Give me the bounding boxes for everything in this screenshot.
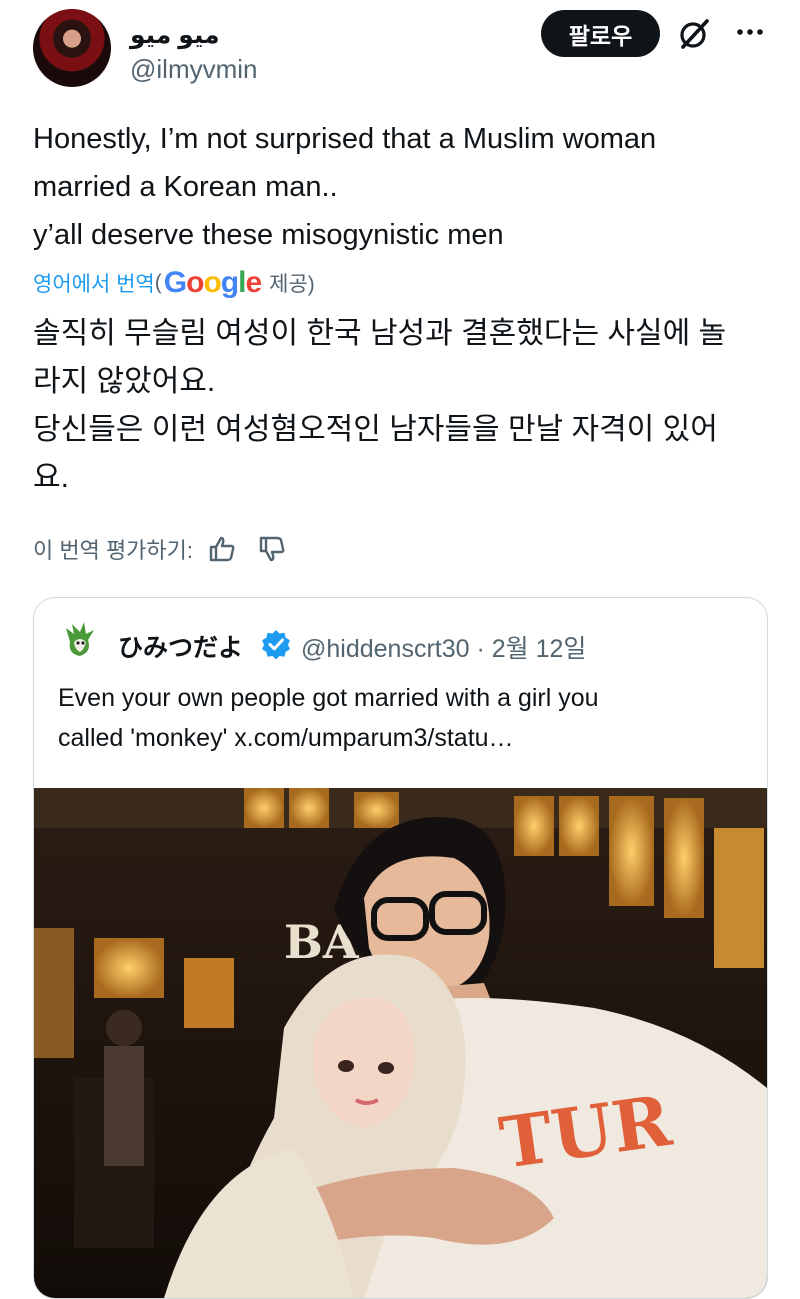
verified-badge-icon	[262, 630, 290, 659]
thumbs-down-icon[interactable]	[257, 534, 287, 564]
translate-paren: (	[154, 271, 162, 294]
quoted-tweet-card[interactable]: ひみつだよ @hiddenscrt30 · 2월 12일 Even your o…	[33, 597, 768, 1299]
quoted-photo[interactable]: BA TUR	[34, 788, 767, 1298]
quoted-handle-date: @hiddenscrt30 · 2월 12일	[301, 635, 587, 663]
author-display-name[interactable]: ميو ميو	[130, 20, 220, 50]
quoted-text-line[interactable]: called 'monkey' x.com/umparum3/statu…	[58, 718, 514, 758]
google-logo: Google	[163, 266, 262, 299]
quoted-text-line: Even your own people got married with a …	[58, 684, 599, 712]
translate-link[interactable]: 영어에서 번역	[33, 268, 155, 298]
quoted-author-avatar[interactable]	[62, 622, 96, 660]
rate-translation-row: 이 번역 평가하기:	[33, 533, 287, 565]
follow-button[interactable]: 팔로우	[541, 10, 660, 57]
translate-suffix: 제공)	[269, 273, 315, 296]
translation-line: 솔직히 무슬림 여성이 한국 남성과 결혼했다는 사실에 놀	[33, 317, 727, 350]
author-handle[interactable]: @ilmyvmin	[130, 54, 258, 85]
translation-line: 당신들은 이런 여성혐오적인 남자들을 만날 자격이 있어	[33, 413, 718, 446]
translation-line: 라지 않았어요.	[33, 365, 216, 398]
translation-line: 요.	[33, 461, 69, 494]
more-icon[interactable]	[734, 16, 766, 48]
thumbs-up-icon[interactable]	[207, 534, 237, 564]
translation-attribution: 영어에서 번역 ( Google 제공)	[33, 266, 315, 300]
avatar[interactable]	[33, 9, 111, 87]
grok-icon[interactable]	[676, 16, 712, 52]
tweet-text-line: Honestly, I’m not surprised that a Musli…	[33, 123, 657, 155]
tweet-text-line: y’all deserve these misogynistic men	[33, 219, 504, 251]
quoted-author-name[interactable]: ひみつだよ	[118, 628, 243, 664]
tweet-text-line: married a Korean man..	[33, 171, 338, 203]
rate-translation-label: 이 번역 평가하기:	[33, 538, 194, 563]
